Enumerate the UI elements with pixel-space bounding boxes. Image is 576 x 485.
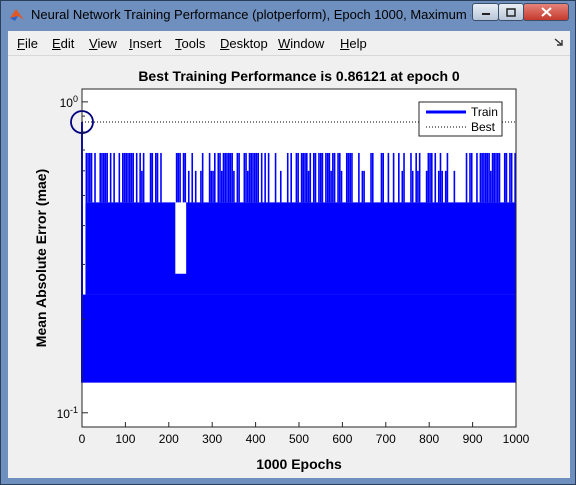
x-tick-label: 200 (159, 432, 179, 446)
minimize-button[interactable] (472, 3, 499, 21)
legend-best-label: Best (471, 120, 496, 134)
close-icon (540, 7, 552, 17)
x-tick-label: 800 (419, 432, 439, 446)
y-axis-label: Mean Absolute Error (mae) (33, 169, 49, 347)
menu-file[interactable]: File (17, 36, 38, 51)
minimize-icon (481, 13, 490, 15)
legend-train-label: Train (471, 105, 498, 119)
menu-window[interactable]: Window (278, 36, 324, 51)
maximize-button[interactable] (498, 3, 524, 21)
x-tick-label: 700 (376, 432, 396, 446)
x-tick-label: 400 (246, 432, 266, 446)
y-tick-label: 10-1 (57, 405, 78, 421)
maximize-icon (506, 7, 516, 17)
x-tick-label: 1000 (503, 432, 530, 446)
legend: Train Best (418, 101, 503, 137)
chart-title: Best Training Performance is 0.86121 at … (138, 68, 460, 84)
x-tick-label: 500 (289, 432, 309, 446)
matlab-icon (10, 9, 24, 21)
window-title: Neural Network Training Performance (plo… (31, 7, 471, 22)
title-bar[interactable]: Neural Network Training Performance (plo… (1, 1, 575, 30)
y-tick-label: 100 (60, 94, 78, 110)
menu-insert[interactable]: Insert (129, 36, 162, 51)
menu-edit[interactable]: Edit (52, 36, 74, 51)
train-mid-band (85, 202, 517, 295)
x-axis-label: 1000 Epochs (256, 456, 342, 472)
train-gap (175, 201, 187, 274)
x-tick-label: 100 (115, 432, 135, 446)
menu-desktop[interactable]: Desktop (220, 36, 268, 51)
train-band (82, 294, 516, 383)
x-tick-label: 300 (202, 432, 222, 446)
x-tick-label: 900 (463, 432, 483, 446)
x-tick-label: 0 (79, 432, 86, 446)
menu-bar: File Edit View Insert Tools Desktop Wind… (8, 31, 570, 56)
performance-chart: 0 100 200 300 400 500 600 700 800 900 1000 100 10-1… (33, 68, 530, 472)
close-button[interactable] (523, 3, 569, 21)
x-tick-label: 600 (332, 432, 352, 446)
figure-window: Neural Network Training Performance (plo… (0, 0, 576, 485)
menu-view[interactable]: View (89, 36, 117, 51)
figure-area: 0 100 200 300 400 500 600 700 800 900 1000 100 10-1… (8, 56, 570, 478)
dock-arrow-icon[interactable] (554, 37, 564, 47)
menu-tools[interactable]: Tools (175, 36, 205, 51)
menu-help[interactable]: Help (340, 36, 367, 51)
